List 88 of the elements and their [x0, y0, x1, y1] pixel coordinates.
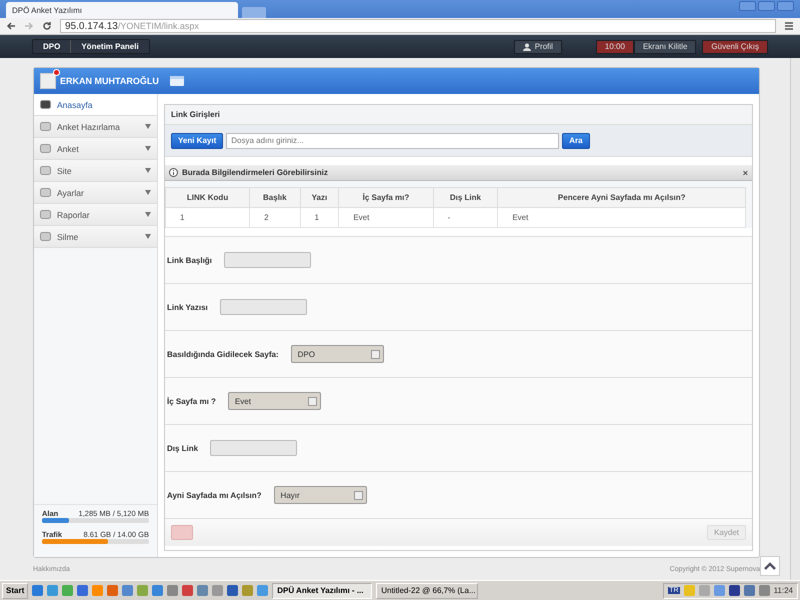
column-header: Yazı: [300, 188, 339, 208]
app-icon[interactable]: [227, 585, 238, 596]
close-button[interactable]: ×: [742, 168, 748, 178]
search-field[interactable]: Dosya adını giriniz...: [226, 132, 560, 148]
table-cell: 1: [166, 208, 250, 228]
menu-item-icon: [40, 188, 51, 197]
app-icon[interactable]: [62, 585, 74, 596]
table-cell: Evet: [338, 208, 434, 228]
sidebar-item[interactable]: Anasayfa: [34, 94, 157, 116]
menu-item-icon: [40, 100, 51, 109]
menu-item-icon: [40, 122, 51, 131]
close-button[interactable]: [777, 1, 794, 11]
new-tab-button[interactable]: [242, 7, 266, 18]
app-icon[interactable]: [212, 585, 224, 596]
app-icon[interactable]: [167, 585, 178, 596]
input-field[interactable]: [224, 252, 311, 268]
forward-icon[interactable]: [24, 21, 34, 31]
table-cell: 2: [250, 208, 300, 228]
field-label: Dış Link: [167, 444, 198, 452]
scroll-top-button[interactable]: [760, 556, 780, 576]
app-icon[interactable]: [77, 585, 88, 596]
field-label: Ayni Sayfada mı Açılsın?: [167, 490, 262, 500]
field-label: İç Sayfa mı ?: [167, 396, 216, 406]
sidebar-item[interactable]: Silme: [34, 226, 157, 248]
menu-item-icon: [40, 232, 51, 241]
app-icon[interactable]: [182, 585, 194, 596]
folder-icon[interactable]: [170, 76, 184, 86]
clock: 11:24: [774, 586, 793, 595]
menu-item-icon: [40, 166, 51, 175]
sidebar-item[interactable]: Anket: [34, 138, 157, 160]
column-header: LINK Kodu: [166, 188, 250, 208]
address-field[interactable]: 95.0.174.13/YONETIM/link.aspx: [60, 19, 776, 33]
info-message: Burada Bilgilendirmeleri Görebilirsiniz: [182, 168, 328, 177]
sidebar-item[interactable]: Ayarlar: [34, 182, 157, 204]
app-icon[interactable]: [32, 585, 44, 596]
scrollbar[interactable]: [790, 58, 800, 580]
sidebar-item[interactable]: Anket Hazırlama: [34, 116, 157, 138]
column-header: Başlık: [250, 188, 300, 208]
sidebar-item[interactable]: Site: [34, 160, 157, 182]
breadcrumb-link[interactable]: DPO: [33, 40, 72, 53]
lock-screen-button[interactable]: Ekranı Kilitle: [634, 40, 696, 54]
app-icon[interactable]: [47, 585, 58, 596]
input-field[interactable]: [220, 299, 307, 315]
sidebar-item[interactable]: Raporlar: [34, 204, 157, 226]
new-record-button[interactable]: Yeni Kayıt: [171, 132, 224, 148]
person-icon: [522, 42, 531, 50]
column-header: Pencere Ayni Sayfada mı Açılsın?: [498, 188, 746, 208]
back-icon[interactable]: [6, 21, 16, 31]
taskbar-button[interactable]: Untitled-22 @ 66,7% (La...: [376, 582, 478, 598]
select-field[interactable]: Evet: [228, 392, 321, 410]
taskbar-button[interactable]: DPÜ Anket Yazılımı - ...: [272, 582, 372, 598]
table-cell: -: [433, 208, 498, 228]
field-label: Link Başlığı: [167, 256, 212, 264]
user-name: ERKAN MUHTAROĞLU: [60, 76, 159, 86]
logout-button[interactable]: Güvenli Çıkış: [702, 40, 768, 54]
minimize-button[interactable]: [739, 1, 756, 11]
column-header: Dış Link: [433, 188, 498, 208]
app-icon[interactable]: [122, 585, 134, 596]
menu-icon[interactable]: [784, 21, 794, 31]
profile-button[interactable]: Profil: [514, 40, 562, 54]
tray-icon[interactable]: [744, 585, 755, 596]
app-icon[interactable]: [257, 585, 268, 596]
app-icon[interactable]: [152, 585, 164, 596]
field-label: Link Yazısı: [167, 302, 208, 312]
tray-icon[interactable]: [728, 585, 740, 596]
browser-tab[interactable]: DPÖ Anket Yazılımı: [6, 2, 238, 18]
list-button[interactable]: [171, 525, 193, 540]
start-button[interactable]: Start: [2, 582, 28, 598]
reload-icon[interactable]: [42, 21, 52, 31]
session-timer[interactable]: 10:00: [596, 40, 634, 54]
menu-item-icon: [40, 210, 51, 219]
chevron-up-icon: [764, 562, 776, 570]
app-icon[interactable]: [107, 585, 118, 596]
search-button[interactable]: Ara: [562, 132, 590, 148]
field-label: Basıldığında Gidilecek Sayfa:: [167, 350, 279, 358]
select-field[interactable]: DPO: [290, 345, 384, 363]
maximize-button[interactable]: [758, 1, 775, 11]
app-icon[interactable]: [242, 585, 254, 596]
app-icon[interactable]: [197, 585, 208, 596]
breadcrumb-link[interactable]: Yönetim Paneli: [71, 40, 149, 53]
table-cell: Evet: [498, 208, 746, 228]
panel-title: Link Girişleri: [165, 105, 752, 125]
table-cell: 1: [300, 208, 339, 228]
menu-item-icon: [40, 144, 51, 153]
select-field[interactable]: Hayır: [274, 486, 367, 504]
column-header: İç Sayfa mı?: [338, 188, 434, 208]
info-icon: [169, 168, 178, 177]
input-field[interactable]: [210, 440, 298, 456]
